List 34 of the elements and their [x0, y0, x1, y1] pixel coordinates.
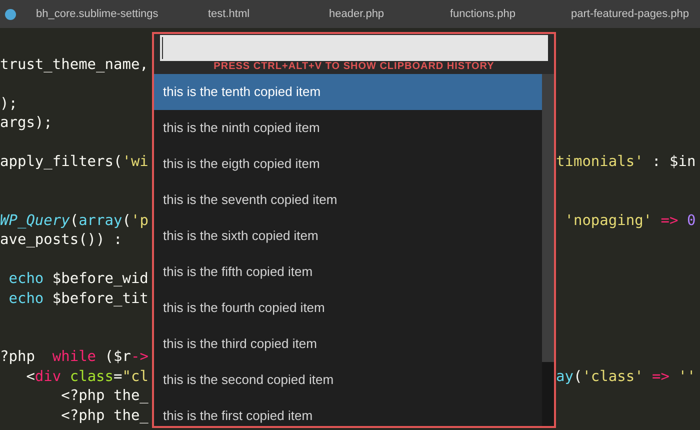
file-tab[interactable]: test.html — [208, 6, 250, 22]
clipboard-item[interactable]: this is the tenth copied item — [154, 74, 542, 110]
code-text: timonials' : $in — [556, 154, 696, 170]
code-text: args); — [0, 115, 52, 131]
clipboard-item[interactable]: this is the third copied item — [154, 326, 542, 362]
scrollbar-thumb[interactable] — [542, 74, 554, 362]
clipboard-item[interactable]: this is the fourth copied item — [154, 290, 542, 326]
code-text: ?php while ($r-> — [0, 349, 148, 365]
file-tab[interactable]: header.php — [329, 6, 384, 22]
code-text: echo $before_wid — [8, 271, 148, 287]
code-text: <div class="cl — [25, 368, 148, 384]
scrollbar[interactable] — [542, 74, 554, 426]
file-tab[interactable]: functions.php — [450, 6, 516, 22]
code-text: WP_Query(array('p — [0, 212, 148, 228]
code-text: <?php the_ — [60, 388, 148, 404]
code-text: trust_theme_name, — [0, 56, 148, 72]
hint-text: PRESS CTRL+ALT+V TO SHOW CLIPBOARD HISTORY — [212, 62, 496, 72]
code-text: ave_posts()) : — [0, 232, 122, 248]
code-text: apply_filters('wi — [0, 154, 148, 170]
clipboard-item[interactable]: this is the ninth copied item — [154, 110, 542, 146]
clipboard-item[interactable]: this is the eigth copied item — [154, 146, 542, 182]
code-text: ); — [0, 96, 18, 112]
code-text: echo $before_tit — [8, 290, 148, 306]
clipboard-item[interactable]: this is the sixth copied item — [154, 218, 542, 254]
clipboard-item[interactable]: this is the seventh copied item — [154, 182, 542, 218]
code-text: ay('class' => '' — [556, 368, 696, 384]
code-text: 'nopaging' => 0 — [564, 212, 696, 228]
clipboard-item[interactable]: this is the second copied item — [154, 362, 542, 398]
file-tab[interactable]: bh_core.sublime-settings — [36, 6, 158, 22]
search-field[interactable] — [160, 35, 548, 61]
file-tab[interactable]: part-featured-pages.php — [571, 6, 690, 22]
code-text: <?php the_ — [60, 408, 148, 424]
clipboard-item[interactable]: this is the first copied item — [154, 398, 542, 426]
clipboard-item[interactable]: this is the fifth copied item — [154, 254, 542, 290]
